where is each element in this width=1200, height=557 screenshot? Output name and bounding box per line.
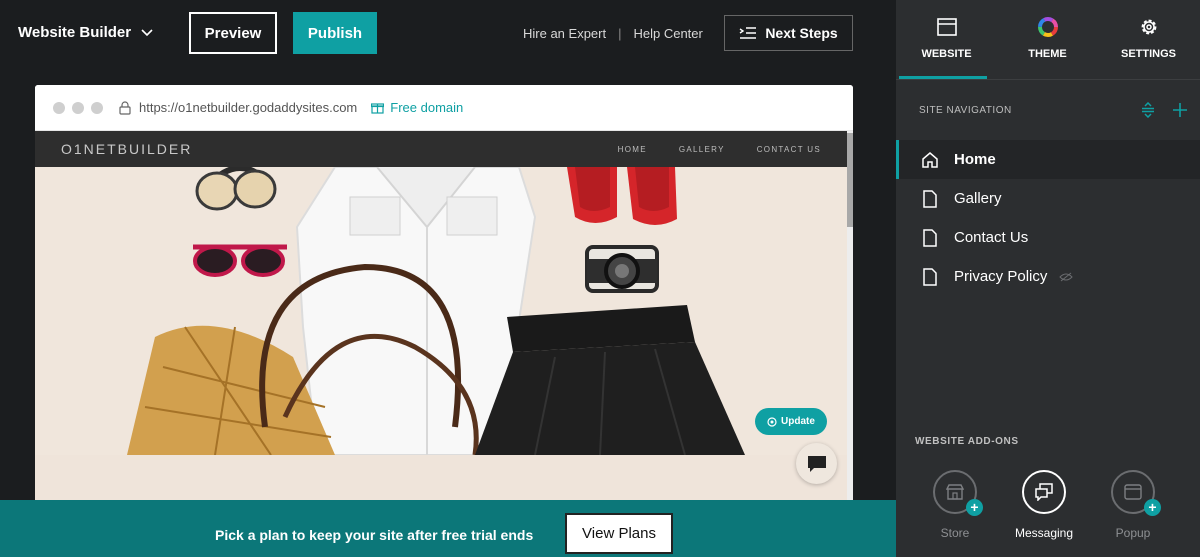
site-canvas[interactable]: O1NETBUILDER HOME GALLERY CONTACT US: [35, 131, 847, 505]
next-steps-label: Next Steps: [765, 25, 838, 41]
tab-theme-label: THEME: [1028, 48, 1067, 60]
addon-popup-circle[interactable]: +: [1111, 470, 1161, 516]
store-icon: [946, 484, 964, 500]
next-steps-button[interactable]: Next Steps: [724, 15, 853, 51]
editor-side-panel: WEBSITE THEME SETTINGS SITE NAVIGATION H…: [896, 0, 1200, 557]
addon-popup-label: Popup: [1115, 526, 1151, 540]
tab-settings-label: SETTINGS: [1120, 48, 1176, 60]
gift-icon: [371, 103, 385, 114]
popup-icon: [1124, 484, 1142, 500]
hero-text-section[interactable]: Do Y C k: [35, 455, 847, 505]
eye-hidden-icon: [1059, 272, 1074, 281]
update-button[interactable]: Update: [755, 408, 827, 435]
page-icon: [923, 267, 937, 286]
scrollbar-thumb[interactable]: [847, 133, 853, 227]
fashion-flatlay-illustration: [35, 167, 847, 455]
list-icon: [739, 27, 757, 39]
website-addons-label: WEBSITE ADD-ONS: [915, 436, 1019, 447]
page-item-home[interactable]: Home: [896, 140, 1200, 179]
gear-icon: [1141, 19, 1156, 35]
page-item-label: Contact Us: [954, 229, 1029, 246]
help-center-link[interactable]: Help Center: [633, 26, 702, 41]
site-navigation-label: SITE NAVIGATION: [919, 104, 1012, 116]
page-item-label: Gallery: [954, 190, 1002, 207]
chat-icon: [807, 455, 826, 472]
addon-store-label: Store: [940, 526, 970, 540]
site-navigation-header: SITE NAVIGATION: [896, 80, 1200, 140]
link-separator: |: [618, 26, 622, 41]
app-title: Website Builder: [18, 24, 132, 41]
page-item-label: Privacy Policy: [954, 268, 1048, 285]
addon-store-circle[interactable]: +: [933, 470, 983, 516]
page-icon: [923, 228, 937, 247]
page-item-contact-us[interactable]: Contact Us: [896, 218, 1200, 257]
trial-plan-banner: Pick a plan to keep your site after free…: [0, 500, 896, 557]
chat-bubble-button[interactable]: [796, 443, 837, 484]
hero-image[interactable]: [35, 167, 847, 455]
tab-website[interactable]: WEBSITE: [896, 0, 997, 79]
browser-url-bar: https://o1netbuilder.godaddysites.com Fr…: [35, 85, 853, 131]
top-toolbar: Website Builder Preview Publish Hire an …: [0, 0, 896, 66]
tab-website-label: WEBSITE: [921, 48, 972, 60]
site-preview-frame: https://o1netbuilder.godaddysites.com Fr…: [35, 85, 853, 505]
preview-scrollbar[interactable]: [847, 131, 853, 505]
addon-messaging-circle[interactable]: [1022, 470, 1066, 514]
website-builder-menu[interactable]: Website Builder: [18, 24, 153, 41]
browser-window-icon: [936, 18, 957, 36]
plan-message: Pick a plan to keep your site after free…: [215, 527, 534, 543]
page-item-label: Home: [954, 151, 996, 168]
site-logo[interactable]: O1NETBUILDER: [61, 141, 192, 157]
reorder-icon[interactable]: [1140, 102, 1156, 118]
addon-messaging[interactable]: Messaging: [1014, 470, 1074, 540]
messaging-icon: [1035, 483, 1053, 501]
lock-icon: [119, 100, 131, 115]
hire-expert-link[interactable]: Hire an Expert: [523, 26, 606, 41]
addon-messaging-label: Messaging: [1014, 526, 1074, 540]
site-header: O1NETBUILDER HOME GALLERY CONTACT US: [35, 131, 847, 167]
site-url[interactable]: https://o1netbuilder.godaddysites.com: [139, 100, 357, 115]
add-page-icon[interactable]: [1172, 102, 1188, 118]
chevron-down-icon: [141, 28, 153, 36]
add-store-badge[interactable]: +: [966, 499, 983, 516]
addon-store[interactable]: + Store: [925, 470, 985, 540]
page-item-privacy-policy[interactable]: Privacy Policy: [896, 257, 1200, 296]
addon-popup[interactable]: + Popup: [1103, 470, 1163, 540]
site-nav-contact[interactable]: CONTACT US: [757, 145, 821, 154]
site-nav-gallery[interactable]: GALLERY: [679, 145, 725, 154]
panel-tabs: WEBSITE THEME SETTINGS: [896, 0, 1200, 80]
home-icon: [922, 151, 938, 168]
update-label: Update: [781, 416, 815, 427]
site-nav-links: HOME GALLERY CONTACT US: [618, 145, 821, 154]
add-popup-badge[interactable]: +: [1144, 499, 1161, 516]
view-plans-button[interactable]: View Plans: [565, 513, 673, 554]
window-dot: [53, 101, 65, 114]
publish-button[interactable]: Publish: [293, 12, 377, 54]
top-links: Hire an Expert | Help Center: [523, 26, 703, 41]
color-wheel-icon: [1037, 17, 1058, 37]
tab-theme[interactable]: THEME: [997, 0, 1098, 79]
window-dot: [91, 101, 103, 114]
site-nav-home[interactable]: HOME: [618, 145, 647, 154]
tab-settings[interactable]: SETTINGS: [1098, 0, 1199, 79]
preview-button[interactable]: Preview: [189, 12, 277, 54]
camera-illustration: [585, 245, 659, 293]
window-dots: [53, 101, 103, 114]
window-dot: [72, 101, 84, 114]
page-icon: [923, 189, 937, 208]
free-domain-link[interactable]: Free domain: [390, 100, 463, 115]
page-item-gallery[interactable]: Gallery: [896, 179, 1200, 218]
page-list: Home Gallery Contact Us Privacy Policy: [896, 140, 1200, 296]
camera-small-icon: [767, 416, 777, 427]
